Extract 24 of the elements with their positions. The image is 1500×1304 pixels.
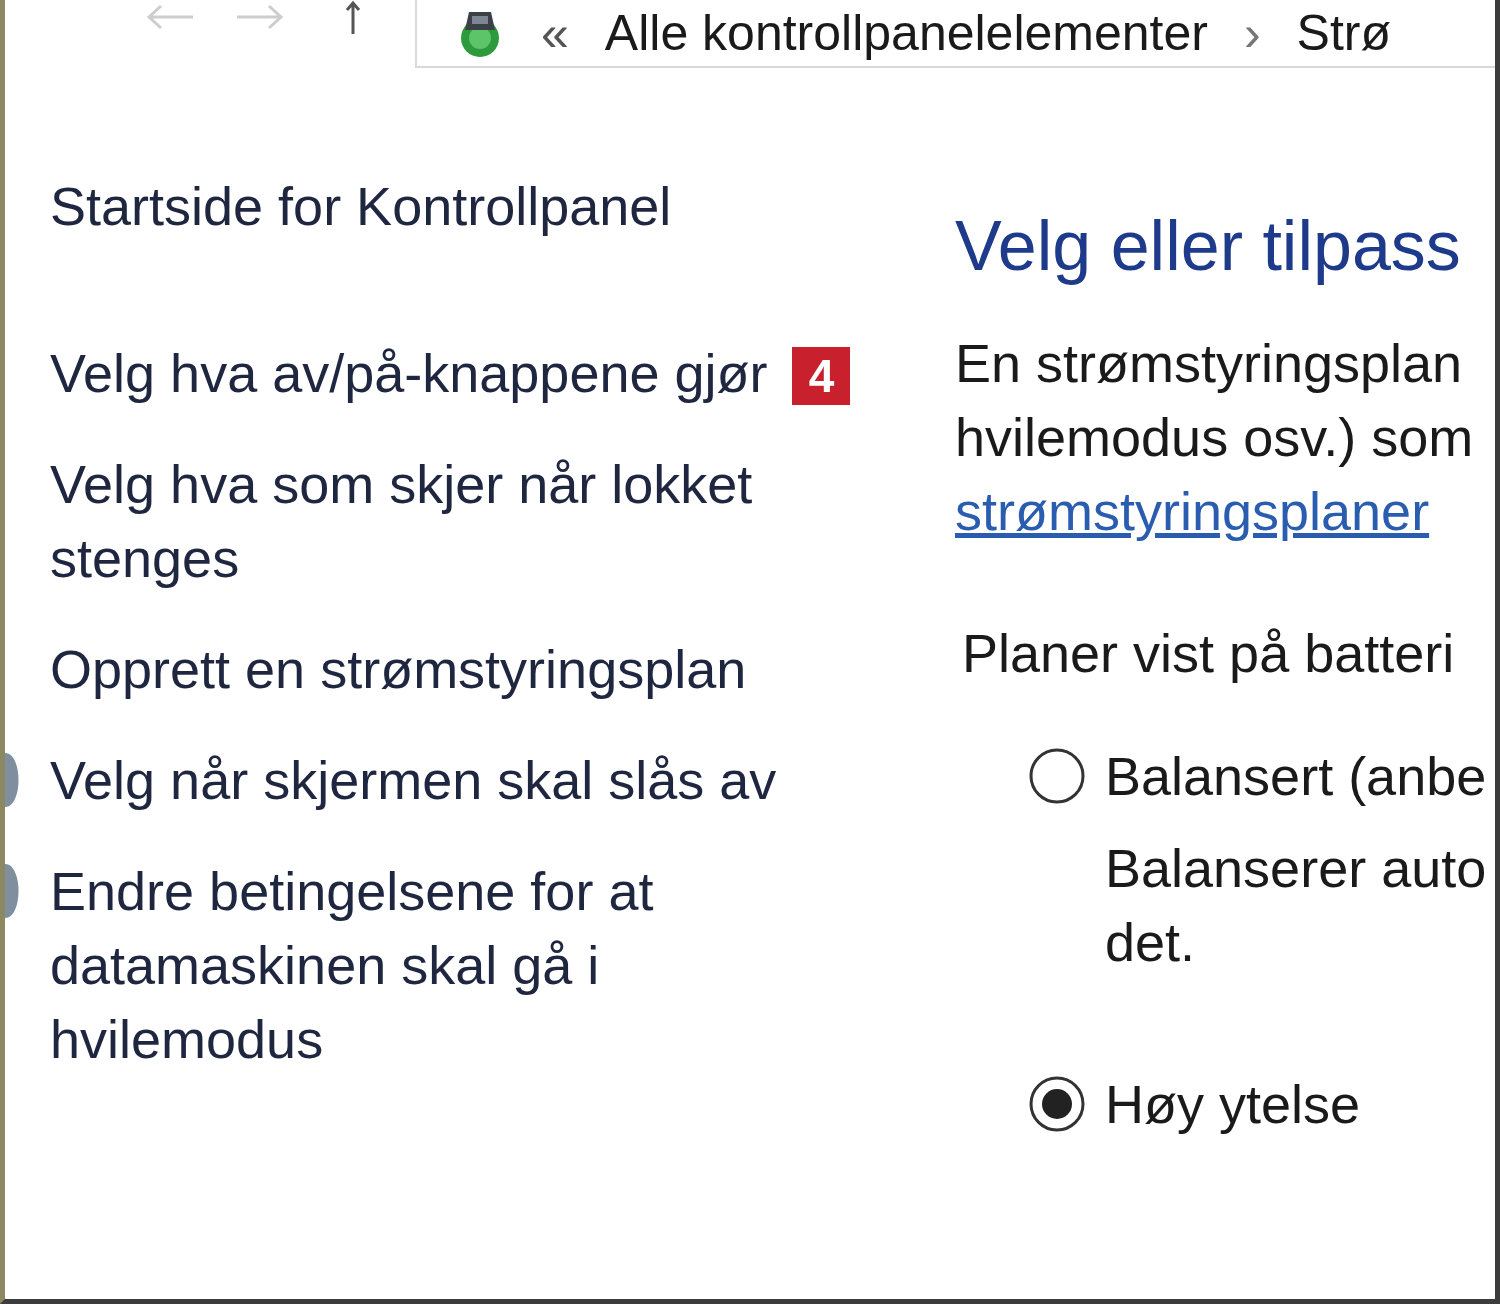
address-bar[interactable]: « Alle kontrollpanelelementer › Strø	[415, 0, 1495, 68]
section-heading: Planer vist på batteri	[962, 622, 1455, 685]
overflow-button[interactable]: «	[541, 3, 569, 63]
sidebar-link[interactable]: Velg hva som skjer når lokket stenges	[50, 447, 840, 595]
up-arrow-icon[interactable]	[345, 0, 361, 34]
sidebar-link[interactable]: Velg når skjermen skal slås av	[50, 743, 777, 817]
plans-link[interactable]: strømstyringsplaner	[955, 481, 1430, 541]
breadcrumb-link[interactable]: Alle kontrollpanelelementer	[604, 3, 1208, 63]
home-link[interactable]: Startside for Kontrollpanel	[50, 169, 672, 243]
radio-button[interactable]	[1028, 747, 1086, 805]
radio-button[interactable]	[1028, 1075, 1086, 1133]
plan-label: Balansert (anbe	[1105, 745, 1487, 808]
plan-description: Balanserer auto det.	[1105, 837, 1487, 974]
number-badge: 4	[792, 347, 851, 405]
description-text: En strømstyringsplan hvilemodus osv.) som strømstyringsplaner	[955, 332, 1474, 543]
breadcrumb-separator[interactable]: ›	[1243, 3, 1261, 63]
sidebar-link[interactable]: Endre betingelsene for at datamaskinen skal gå i hvilemodus	[50, 854, 840, 1076]
round-icon	[5, 864, 19, 918]
round-icon	[5, 753, 19, 807]
sidebar-link[interactable]: Opprett en strømstyringsplan	[50, 632, 747, 706]
breadcrumb-link[interactable]: Strø	[1296, 3, 1392, 63]
sidebar-link[interactable]: Velg hva av/på-knappene gjør	[50, 336, 768, 410]
page-heading: Velg eller tilpass	[955, 206, 1461, 287]
plan-label: Høy ytelse	[1105, 1073, 1361, 1136]
